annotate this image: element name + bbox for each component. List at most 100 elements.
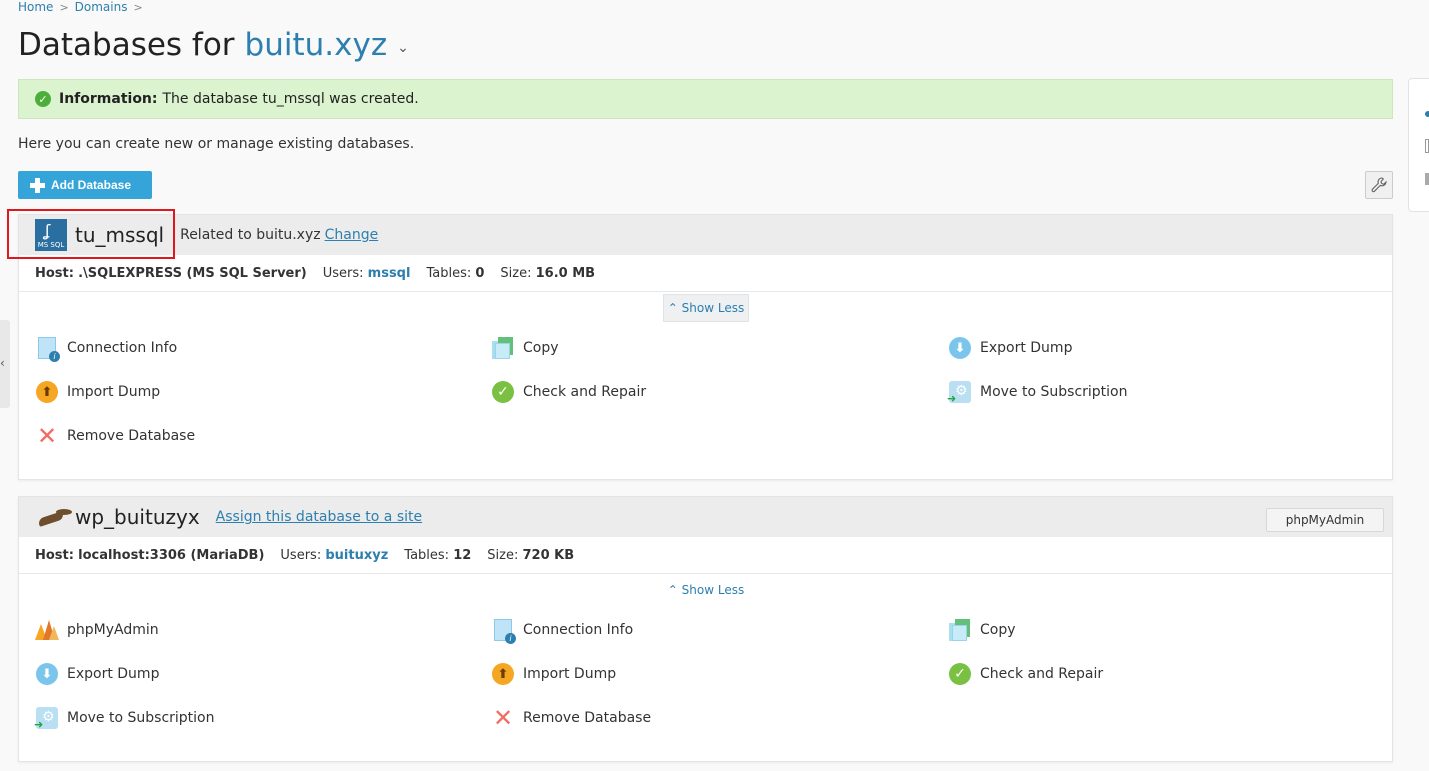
check-repair-icon: ✓ <box>492 381 514 403</box>
left-collapse-tab[interactable]: ‹ <box>0 320 10 408</box>
size-label: Size: <box>487 547 519 563</box>
connection-info-action[interactable]: i Connection Info <box>491 618 634 644</box>
action-label: Remove Database <box>67 428 196 444</box>
move-to-subscription-action[interactable]: ⚙ ➜ Move to Subscription <box>947 380 1128 405</box>
wrench-icon <box>1371 177 1387 193</box>
show-less-toggle[interactable]: ⌃ Show Less <box>663 294 749 322</box>
show-less-label: Show Less <box>681 583 745 597</box>
size-value: 16.0 MB <box>535 265 596 281</box>
export-dump-icon: ⬇ <box>36 663 58 685</box>
copy-icon <box>492 337 514 359</box>
plus-icon <box>30 177 45 193</box>
check-and-repair-action[interactable]: ✓ Check and Repair <box>948 662 1103 686</box>
breadcrumb-home-link[interactable]: Home <box>18 0 53 14</box>
success-message: ✓ Information: The database tu_mssql was… <box>18 79 1393 119</box>
highlight-annotation-box <box>7 209 175 259</box>
panel-icon[interactable] <box>1425 173 1429 185</box>
phpmyadmin-action[interactable]: phpMyAdmin <box>35 618 159 642</box>
tables-label: Tables: <box>404 547 450 563</box>
chevron-down-icon[interactable]: ⌄ <box>397 40 409 56</box>
remove-database-action[interactable]: ✕ Remove Database <box>491 706 651 730</box>
remove-database-action[interactable]: ✕ Remove Database <box>35 424 195 448</box>
import-dump-action[interactable]: ⬆ Import Dump <box>35 380 160 404</box>
chevron-left-icon: ‹ <box>0 356 5 370</box>
database-meta: Host: localhost:3306 (MariaDB) Users: bu… <box>19 537 1392 574</box>
export-dump-action[interactable]: ⬇ Export Dump <box>948 336 1072 360</box>
action-label: Connection Info <box>67 340 178 356</box>
info-label: Information: <box>59 91 158 107</box>
action-label: Move to Subscription <box>67 710 215 726</box>
action-label: Connection Info <box>523 622 634 638</box>
size-value: 720 KB <box>522 547 575 563</box>
page-title: Databases for buitu.xyz ⌄ <box>18 24 409 66</box>
domain-selector[interactable]: buitu.xyz <box>245 27 388 63</box>
action-label: Copy <box>980 622 1016 638</box>
right-side-panel[interactable] <box>1408 78 1429 212</box>
add-database-label: Add Database <box>51 178 132 192</box>
action-label: Copy <box>523 340 559 356</box>
breadcrumb-separator: > <box>133 0 143 14</box>
import-dump-action[interactable]: ⬆ Import Dump <box>491 662 616 686</box>
settings-wrench-button[interactable] <box>1365 171 1393 199</box>
page-title-prefix: Databases for <box>18 27 235 63</box>
database-card-header: ʆ MS SQL tu_mssql Related to buitu.xyz Ch… <box>19 215 1392 255</box>
remove-icon: ✕ <box>492 704 514 732</box>
database-name: wp_buituzyx <box>75 505 200 529</box>
copy-action[interactable]: Copy <box>491 336 559 360</box>
import-dump-icon: ⬆ <box>492 663 514 685</box>
action-label: Import Dump <box>67 384 161 400</box>
export-dump-action[interactable]: ⬇ Export Dump <box>35 662 159 686</box>
panel-icon[interactable] <box>1425 139 1429 153</box>
chevron-up-icon: ⌃ <box>667 301 678 315</box>
export-dump-icon: ⬇ <box>949 337 971 359</box>
import-dump-icon: ⬆ <box>36 381 58 403</box>
host-value: .\SQLEXPRESS (MS SQL Server) <box>78 265 307 281</box>
breadcrumb: Home > Domains > <box>18 0 143 14</box>
info-text: The database tu_mssql was created. <box>162 91 419 107</box>
connection-info-action[interactable]: i Connection Info <box>35 336 178 362</box>
move-subscription-icon: ⚙ ➜ <box>947 381 971 405</box>
show-less-toggle[interactable]: ⌃ Show Less <box>663 576 749 604</box>
connection-info-icon: i <box>38 337 60 362</box>
users-label: Users: <box>322 265 364 281</box>
show-less-label: Show Less <box>681 301 745 315</box>
chevron-up-icon: ⌃ <box>667 583 678 597</box>
panel-icon[interactable] <box>1425 111 1429 117</box>
move-to-subscription-action[interactable]: ⚙ ➜ Move to Subscription <box>34 706 215 731</box>
breadcrumb-separator: > <box>59 0 69 14</box>
host-label: Host: <box>35 547 74 563</box>
database-card-header: wp_buituzyx Assign this database to a si… <box>19 497 1392 537</box>
breadcrumb-domains-link[interactable]: Domains <box>75 0 128 14</box>
users-label: Users: <box>280 547 322 563</box>
users-link[interactable]: mssql <box>368 266 411 281</box>
action-label: Check and Repair <box>523 384 647 400</box>
action-label: Check and Repair <box>980 666 1104 682</box>
database-meta: Host: .\SQLEXPRESS (MS SQL Server) Users… <box>19 255 1392 292</box>
check-repair-icon: ✓ <box>949 663 971 685</box>
database-card-tu-mssql: ʆ MS SQL tu_mssql Related to buitu.xyz Ch… <box>18 214 1393 480</box>
phpmyadmin-button[interactable]: phpMyAdmin <box>1266 508 1384 532</box>
tables-value: 12 <box>453 547 472 563</box>
phpmyadmin-icon <box>35 620 59 640</box>
copy-action[interactable]: Copy <box>948 618 1016 642</box>
change-link[interactable]: Change <box>325 227 379 243</box>
users-link[interactable]: buituxyz <box>325 548 388 563</box>
tables-value: 0 <box>475 265 485 281</box>
action-label: Export Dump <box>980 340 1073 356</box>
intro-text: Here you can create new or manage existi… <box>18 136 415 152</box>
assign-to-site-link[interactable]: Assign this database to a site <box>216 509 422 525</box>
host-value: localhost:3306 (MariaDB) <box>78 547 265 563</box>
action-label: Remove Database <box>523 710 652 726</box>
size-label: Size: <box>500 265 532 281</box>
check-and-repair-action[interactable]: ✓ Check and Repair <box>491 380 646 404</box>
action-label: Move to Subscription <box>980 384 1128 400</box>
action-label: phpMyAdmin <box>67 622 159 638</box>
connection-info-icon: i <box>494 619 516 644</box>
add-database-button[interactable]: Add Database <box>18 171 152 199</box>
action-label: Export Dump <box>67 666 160 682</box>
action-label: Import Dump <box>523 666 617 682</box>
database-card-wp-buituzyx: wp_buituzyx Assign this database to a si… <box>18 496 1393 762</box>
related-domain-text: Related to buitu.xyz <box>180 227 321 243</box>
copy-icon <box>949 619 971 641</box>
mariadb-seal-icon <box>35 501 72 533</box>
